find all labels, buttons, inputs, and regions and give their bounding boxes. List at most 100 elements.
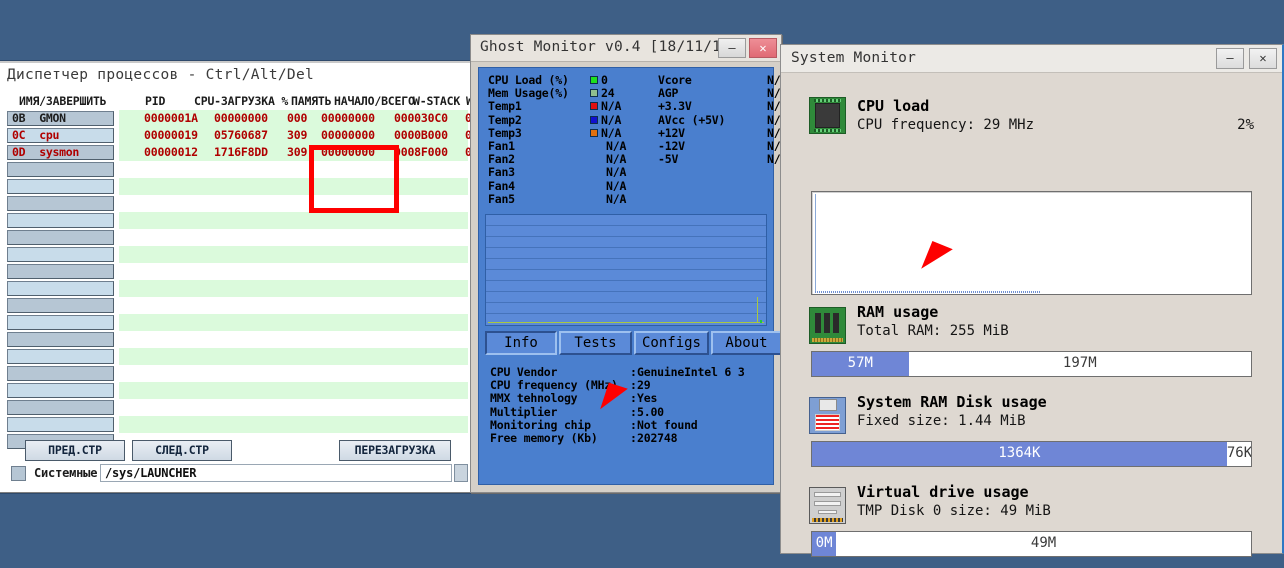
empty-slot-button[interactable] xyxy=(7,315,114,330)
table-row[interactable] xyxy=(1,365,468,382)
cell-start: 000030C0 xyxy=(394,111,448,125)
row-background xyxy=(119,178,468,195)
sensor-label: Fan3 xyxy=(488,165,515,179)
table-row[interactable] xyxy=(1,178,468,195)
cell-pid: 00000019 xyxy=(144,128,198,142)
ghost-monitor-titlebar: Ghost Monitor v0.4 [18/11/15] – ✕ xyxy=(471,35,781,62)
row-background xyxy=(119,263,468,280)
empty-slot-button[interactable] xyxy=(7,230,114,245)
minimize-icon[interactable]: – xyxy=(718,38,746,58)
voltage-label: +12V xyxy=(658,126,685,140)
empty-slot-button[interactable] xyxy=(7,349,114,364)
virtual-drive-section: Virtual drive usage TMP Disk 0 size: 49 … xyxy=(781,483,1282,568)
table-row[interactable] xyxy=(1,314,468,331)
ghost-monitor-window: Ghost Monitor v0.4 [18/11/15] – ✕ CPU Lo… xyxy=(470,34,782,493)
row-background xyxy=(119,161,468,178)
kill-process-button[interactable]: 0BGMON xyxy=(7,111,114,126)
row-background xyxy=(119,246,468,263)
ramdisk-size-label: Fixed size: 1.44 MiB xyxy=(857,413,1026,429)
empty-slot-button[interactable] xyxy=(7,332,114,347)
graph-baseline xyxy=(488,322,764,323)
table-row[interactable] xyxy=(1,246,468,263)
table-row[interactable]: 0Ccpu0000001905760687309000000000000B000… xyxy=(1,127,468,144)
table-row[interactable] xyxy=(1,348,468,365)
table-row[interactable]: 0Dsysmon000000121716F8DD309000000000008F… xyxy=(1,144,468,161)
sensor-label: Fan1 xyxy=(488,139,515,153)
empty-slot-button[interactable] xyxy=(7,264,114,279)
system-processes-checkbox[interactable] xyxy=(11,466,26,481)
prev-page-button[interactable]: ПРЕД.СТР xyxy=(25,440,125,461)
empty-slot-button[interactable] xyxy=(7,417,114,432)
tab-info[interactable]: Info xyxy=(485,331,557,355)
sensor-value: N/A xyxy=(601,113,621,127)
table-row[interactable] xyxy=(1,399,468,416)
table-row[interactable] xyxy=(1,416,468,433)
close-icon[interactable]: ✕ xyxy=(1249,48,1277,69)
table-row[interactable] xyxy=(1,263,468,280)
empty-slot-button[interactable] xyxy=(7,162,114,177)
ram-free-label: 197M xyxy=(909,355,1251,371)
empty-slot-button[interactable] xyxy=(7,196,114,211)
sensor-status-indicator xyxy=(590,129,598,137)
horizontal-scroll-button[interactable] xyxy=(454,464,468,482)
reboot-button[interactable]: ПЕРЕЗАГРУЗКА xyxy=(339,440,451,461)
row-background xyxy=(119,331,468,348)
sensor-label: CPU Load (%) xyxy=(488,73,569,87)
kill-process-button[interactable]: 0Ccpu xyxy=(7,128,114,143)
ghost-monitor-content: CPU Load (%)0Mem Usage(%)24Temp1N/ATemp2… xyxy=(478,67,774,485)
table-row[interactable] xyxy=(1,212,468,229)
info-tab-panel: CPU Vendor:GenuineIntel 6 3CPU frequency… xyxy=(485,360,767,480)
table-row[interactable] xyxy=(1,382,468,399)
table-row[interactable] xyxy=(1,331,468,348)
cell-start: 0000B000 xyxy=(394,128,448,142)
table-row[interactable] xyxy=(1,280,468,297)
launcher-path-input[interactable]: /sys/LAUNCHER xyxy=(100,464,452,482)
table-row[interactable]: 0BGMON0000001A0000000000000000000000030C… xyxy=(1,110,468,127)
row-background xyxy=(119,348,468,365)
tab-about[interactable]: About xyxy=(711,331,782,355)
info-colon: : xyxy=(630,365,637,379)
minimize-icon[interactable]: – xyxy=(1216,48,1244,69)
sensor-status-indicator xyxy=(590,102,598,110)
kill-process-button[interactable]: 0Dsysmon xyxy=(7,145,114,160)
cell-mem: 00000000 xyxy=(321,145,375,159)
empty-slot-button[interactable] xyxy=(7,366,114,381)
next-page-button[interactable]: СЛЕД.СТР xyxy=(132,440,232,461)
tab-configs[interactable]: Configs xyxy=(634,331,709,355)
graph-current-marker xyxy=(760,320,762,323)
empty-slot-button[interactable] xyxy=(7,383,114,398)
empty-slot-button[interactable] xyxy=(7,400,114,415)
process-index: 0B xyxy=(12,111,25,125)
empty-slot-button[interactable] xyxy=(7,179,114,194)
system-processes-label: Системные xyxy=(34,466,97,480)
tab-tests[interactable]: Tests xyxy=(559,331,632,355)
info-row: Multiplier:5.00 xyxy=(490,405,767,418)
table-row[interactable] xyxy=(1,195,468,212)
system-monitor-title: System Monitor xyxy=(791,50,916,66)
sensor-label: Temp3 xyxy=(488,126,522,140)
cpu-load-percent: 2% xyxy=(1237,117,1254,133)
table-row[interactable] xyxy=(1,297,468,314)
empty-slot-button[interactable] xyxy=(7,213,114,228)
sensor-history-graph xyxy=(485,214,767,326)
process-table-rows: 0BGMON0000001A0000000000000000000000030C… xyxy=(1,110,468,450)
ram-used-label: 57M xyxy=(812,355,909,371)
table-row[interactable] xyxy=(1,161,468,178)
sensor-label: Fan2 xyxy=(488,152,515,166)
table-row[interactable] xyxy=(1,229,468,246)
cell-pid: 00000012 xyxy=(144,145,198,159)
empty-slot-button[interactable] xyxy=(7,247,114,262)
cell-cpu: 1716F8DD xyxy=(214,145,268,159)
info-colon: : xyxy=(630,431,637,445)
empty-slot-button[interactable] xyxy=(7,281,114,296)
info-key: Monitoring chip xyxy=(490,418,591,432)
cpu-frequency-label: CPU frequency: 29 MHz xyxy=(857,117,1034,133)
cell-pct: 309 xyxy=(287,145,307,159)
cpu-load-graph xyxy=(811,191,1252,295)
sensor-value: N/A xyxy=(601,99,621,113)
empty-slot-button[interactable] xyxy=(7,298,114,313)
process-index: 0C xyxy=(12,128,25,142)
close-icon[interactable]: ✕ xyxy=(749,38,777,58)
cell-cpu: 00000000 xyxy=(214,111,268,125)
info-colon: : xyxy=(630,405,637,419)
